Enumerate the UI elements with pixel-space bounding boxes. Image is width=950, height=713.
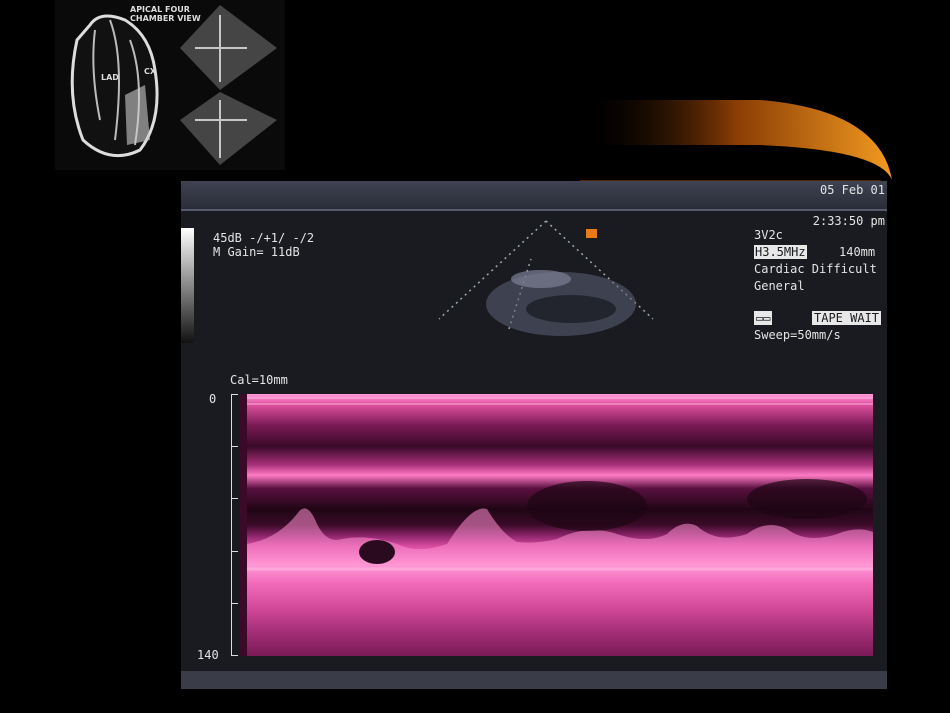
diagram-title: APICAL FOUR CHAMBER VIEW [130,5,201,23]
preset-label: Cardiac Difficult [754,262,877,276]
probe-label: 3V2c [754,228,783,242]
tape-icon: ▭▭ [754,311,773,325]
grayscale-bar [181,228,194,343]
exam-time: 2:33:50 pm [812,214,885,228]
tape-status: TAPE WAIT [812,311,882,325]
ultrasound-screen: 05 Feb 01 2:33:50 pm 45dB -/+1/ -/2 M Ga… [181,181,887,689]
mode-label: General [754,279,805,293]
top-bar [181,181,887,211]
db-readout: 45dB -/+1/ -/2 [213,231,315,245]
lad-label: LAD [101,73,119,82]
cx-label: CX [144,67,157,76]
depth-scale-top: 0 [209,392,217,406]
m-mode-texture [247,397,873,571]
depth-scale-bottom: 140 [197,648,219,662]
gain-readout: M Gain= 11dB [213,245,300,259]
m-mode-trace [247,394,873,656]
bottom-strip [181,671,887,689]
2d-sector-image [438,220,654,336]
exam-date: 05 Feb 01 [819,183,885,197]
depth-label: 140mm [839,245,876,259]
depth-marker-strip [240,394,247,656]
sweep-label: Sweep=50mm/s [754,328,841,342]
frequency-label: H3.5MHz [754,245,807,259]
calibration-label: Cal=10mm [230,373,288,387]
heart-illustration [70,5,277,165]
heart-diagram: APICAL FOUR CHAMBER VIEW LAD CX [55,0,285,170]
